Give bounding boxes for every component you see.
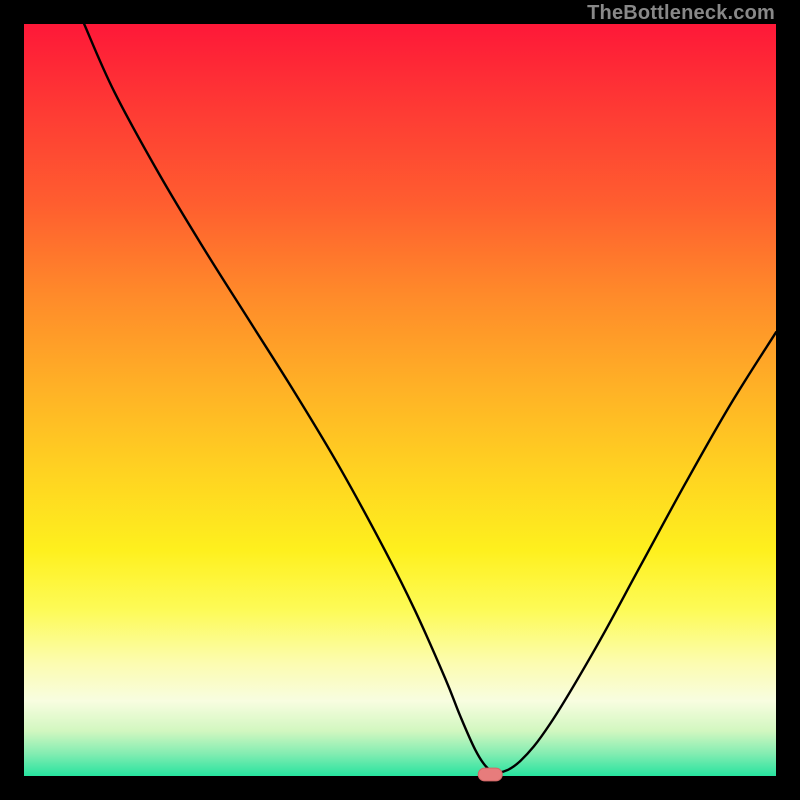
bottleneck-curve	[84, 24, 776, 773]
chart-frame: TheBottleneck.com	[0, 0, 800, 800]
chart-overlay	[24, 24, 776, 776]
optimal-point-marker	[478, 768, 502, 781]
attribution-text: TheBottleneck.com	[587, 2, 775, 25]
